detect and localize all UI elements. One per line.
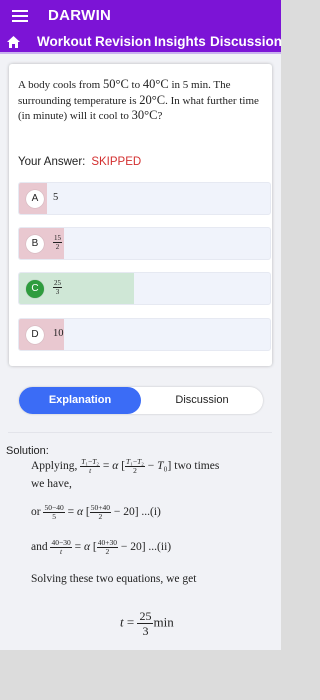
question-text: A body cools from 50°C to 40°C in 5 min.… <box>18 77 259 122</box>
answer-status: SKIPPED <box>91 156 142 168</box>
option-letter: C <box>26 280 44 298</box>
home-icon[interactable] <box>6 35 21 49</box>
your-answer: Your Answer: SKIPPED <box>18 156 141 168</box>
tab-discussion[interactable]: Discussion <box>210 34 282 49</box>
discussion-tab[interactable]: Discussion <box>141 387 263 414</box>
app-title: DARWIN <box>48 7 112 24</box>
option-c[interactable]: C 25 3 <box>18 272 271 305</box>
option-letter: A <box>26 190 44 208</box>
option-value: 25 3 <box>53 279 62 296</box>
explanation-tab[interactable]: Explanation <box>19 387 141 414</box>
solution-label: Solution: <box>6 445 49 457</box>
hamburger-menu-icon[interactable] <box>12 9 28 23</box>
solution-line-1: Applying, T₁−T₂ t = α [T₁−T₂ 2 − T₀] two t… <box>31 457 220 475</box>
option-letter: D <box>26 326 44 344</box>
option-value: 15 2 <box>53 234 62 251</box>
solving-text: Solving these two equations, we get <box>31 573 197 585</box>
result-equation: t = 25 3 min <box>120 609 174 638</box>
option-value: 10 <box>53 328 64 339</box>
question-card: A body cools from 50°C to 40°C in 5 min.… <box>9 64 272 366</box>
explanation-discussion-toggle: Explanation Discussion <box>19 387 263 414</box>
tab-revision[interactable]: Revision <box>95 34 151 49</box>
your-answer-label: Your Answer: <box>18 156 86 168</box>
app-header: DARWIN Workout Revision Insights Discuss… <box>0 0 282 54</box>
tab-workout[interactable]: Workout <box>37 34 92 49</box>
option-a[interactable]: A 5 <box>18 182 271 215</box>
option-b[interactable]: B 15 2 <box>18 227 271 260</box>
option-d[interactable]: D 10 <box>18 318 271 351</box>
equation-1: or 50−40 5 = α [50+40 2 − 20] ...(i) <box>31 503 161 521</box>
tab-insights[interactable]: Insights <box>154 34 206 49</box>
option-letter: B <box>26 235 44 253</box>
equation-2: and 40−30 t = α [40+30 2 − 20] ...(ii) <box>31 538 172 556</box>
solution-line-2: we have, <box>31 478 72 490</box>
applying-equation: T₁−T₂ t = α [T₁−T₂ 2 − T₀] <box>80 457 172 475</box>
option-value: 5 <box>53 192 59 203</box>
footer-area <box>0 650 281 700</box>
divider <box>8 432 272 433</box>
